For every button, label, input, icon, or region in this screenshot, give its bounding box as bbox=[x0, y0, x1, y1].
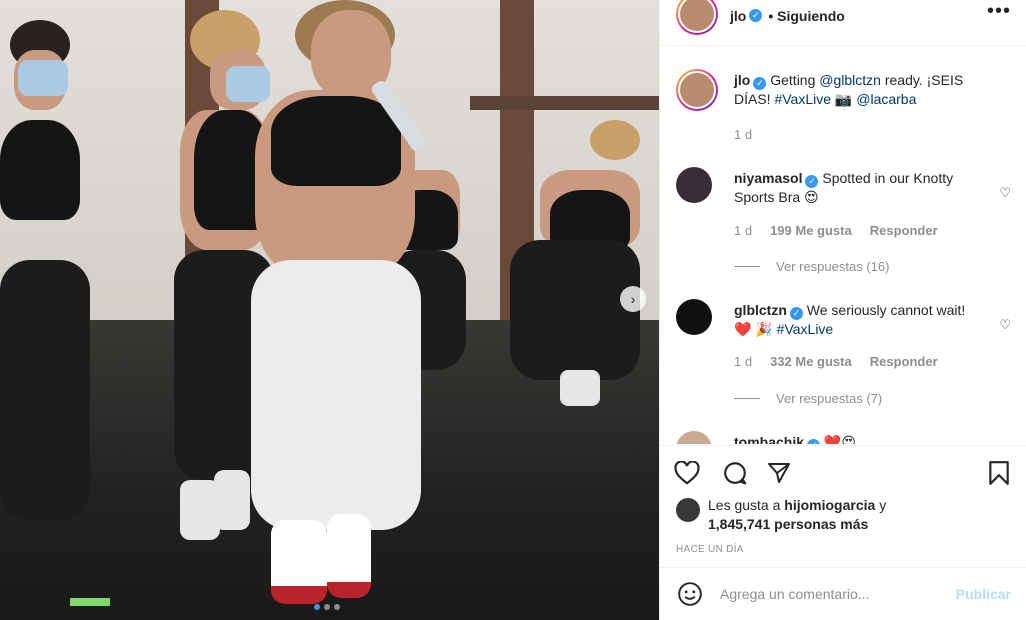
comment-text: ❤️😍 bbox=[823, 434, 856, 444]
post-photo[interactable]: › bbox=[0, 0, 659, 620]
comment-username[interactable]: niyamasol bbox=[734, 170, 802, 186]
comment-bubble-icon[interactable] bbox=[720, 458, 750, 488]
photo-shelf bbox=[470, 96, 659, 110]
post-header: jlo ✓ • Siguiendo ••• bbox=[660, 0, 1026, 46]
photo-dancer bbox=[490, 120, 659, 410]
publish-button[interactable]: Publicar bbox=[956, 586, 1011, 602]
view-replies-label: Ver respuestas (16) bbox=[776, 259, 890, 274]
post-author-username[interactable]: jlo bbox=[730, 8, 746, 24]
verified-icon: ✓ bbox=[807, 439, 821, 444]
add-comment-bar: Publicar bbox=[660, 567, 1026, 620]
caption-text: Getting bbox=[770, 72, 820, 88]
comment-age[interactable]: 1 d bbox=[734, 223, 752, 238]
carousel-dot bbox=[314, 604, 320, 610]
avatar[interactable] bbox=[676, 299, 712, 335]
carousel-dot bbox=[334, 604, 340, 610]
avatar[interactable] bbox=[676, 431, 712, 444]
comment-age[interactable]: 1 d bbox=[734, 354, 752, 369]
photo-dancer bbox=[0, 20, 100, 540]
share-paper-plane-icon[interactable] bbox=[764, 458, 794, 488]
avatar[interactable] bbox=[676, 167, 712, 203]
chevron-right-icon: › bbox=[630, 291, 636, 307]
like-heart-icon[interactable] bbox=[672, 458, 702, 488]
avatar[interactable] bbox=[676, 0, 718, 35]
likes-summary: Les gusta a hijomiogarcia y 1,845,741 pe… bbox=[676, 496, 886, 534]
hashtag-link[interactable]: #VaxLive bbox=[774, 91, 831, 107]
like-comment-heart-icon[interactable]: ♡ bbox=[999, 185, 1011, 201]
verified-icon: ✓ bbox=[749, 9, 763, 22]
liked-by-user[interactable]: hijomiogarcia bbox=[784, 497, 875, 513]
bookmark-icon[interactable] bbox=[984, 458, 1014, 488]
comment-input[interactable] bbox=[720, 586, 956, 602]
comment-likes[interactable]: 199 Me gusta bbox=[770, 223, 852, 238]
post-timestamp[interactable]: HACE UN DÍA bbox=[676, 544, 744, 555]
floor-marker bbox=[70, 598, 110, 606]
photo-main-dancer bbox=[215, 0, 435, 610]
caption-username[interactable]: jlo bbox=[734, 72, 750, 88]
view-replies-button[interactable]: Ver respuestas (7) bbox=[718, 391, 882, 406]
avatar[interactable] bbox=[676, 69, 718, 111]
carousel-dot bbox=[324, 604, 330, 610]
post-sidebar: jlo ✓ • Siguiendo ••• jlo ✓ Getting @glbl… bbox=[659, 0, 1026, 620]
comment-username[interactable]: glblctzn bbox=[734, 302, 787, 318]
verified-icon: ✓ bbox=[805, 175, 819, 188]
emoji-icon[interactable] bbox=[676, 580, 704, 608]
reply-button[interactable]: Responder bbox=[870, 354, 938, 369]
carousel-next-button[interactable]: › bbox=[620, 286, 646, 312]
like-comment-heart-icon[interactable]: ♡ bbox=[999, 317, 1011, 333]
verified-icon: ✓ bbox=[753, 77, 767, 90]
reply-button[interactable]: Responder bbox=[870, 223, 938, 238]
avatar[interactable] bbox=[676, 498, 700, 522]
comment-likes[interactable]: 332 Me gusta bbox=[770, 354, 852, 369]
comments-list[interactable]: jlo ✓ Getting @glblctzn ready. ¡SEIS DÍAS… bbox=[660, 47, 1026, 444]
view-replies-button[interactable]: Ver respuestas (16) bbox=[718, 259, 889, 274]
verified-icon: ✓ bbox=[789, 307, 803, 320]
camera-emoji: 📷 bbox=[834, 91, 853, 107]
hashtag-link[interactable]: #VaxLive bbox=[777, 321, 834, 337]
likes-prefix: Les gusta a bbox=[708, 497, 785, 513]
likes-count[interactable]: 1,845,741 personas más bbox=[708, 516, 868, 532]
comment-username[interactable]: tombachik bbox=[734, 434, 804, 444]
likes-suffix: y bbox=[875, 497, 887, 513]
carousel-indicator bbox=[314, 604, 340, 610]
view-replies-label: Ver respuestas (7) bbox=[776, 391, 883, 406]
post-actions: Les gusta a hijomiogarcia y 1,845,741 pe… bbox=[660, 445, 1026, 567]
mention-link[interactable]: @glblctzn bbox=[819, 72, 881, 88]
caption-age[interactable]: 1 d bbox=[734, 127, 752, 142]
mention-link[interactable]: @lacarba bbox=[856, 91, 916, 107]
follow-status[interactable]: • Siguiendo bbox=[768, 8, 844, 24]
more-options-icon[interactable]: ••• bbox=[987, 0, 1011, 23]
